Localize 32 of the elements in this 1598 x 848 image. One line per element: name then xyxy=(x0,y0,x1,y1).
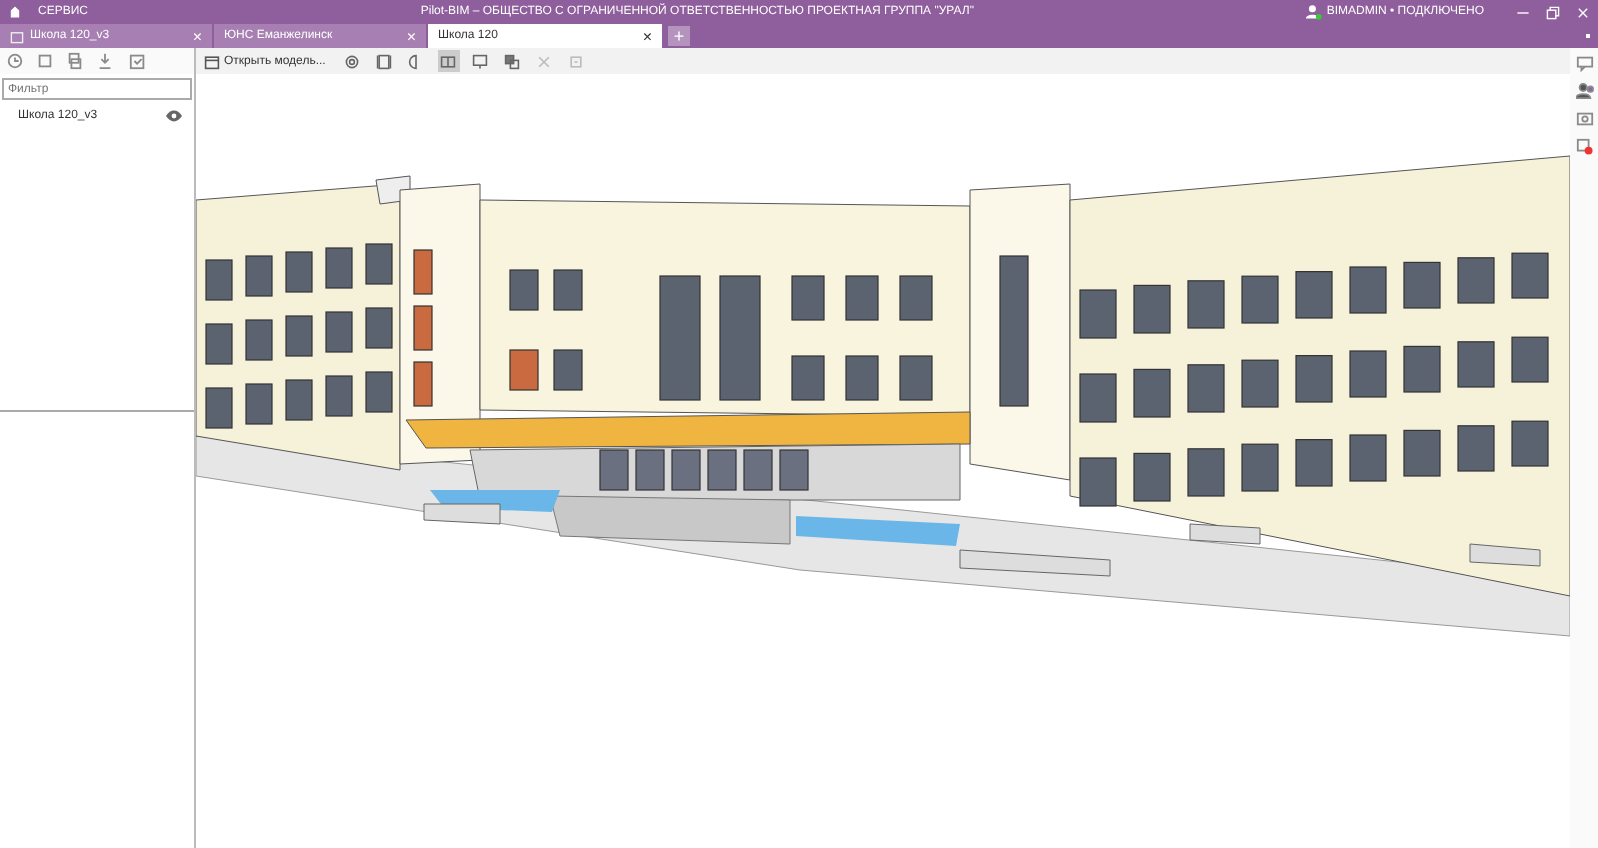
new-tab-button[interactable]: + xyxy=(668,26,690,46)
eye-icon[interactable] xyxy=(166,110,182,122)
fit-icon xyxy=(376,53,393,69)
split-view-icon xyxy=(440,53,457,69)
overlap-icon xyxy=(504,53,521,69)
model-icon xyxy=(10,29,24,43)
tool-button[interactable] xyxy=(437,50,460,72)
tool-button[interactable] xyxy=(501,50,524,72)
target-icon xyxy=(344,53,361,69)
screen-icon xyxy=(472,53,489,69)
checklist-icon[interactable] xyxy=(126,52,150,70)
record-icon[interactable] xyxy=(1575,138,1593,156)
download-icon[interactable] xyxy=(96,52,114,70)
comment-icon[interactable] xyxy=(1575,54,1593,72)
folder-icon xyxy=(204,53,220,69)
users-icon[interactable] xyxy=(1575,82,1593,100)
frame-icon[interactable] xyxy=(36,52,54,70)
section-icon xyxy=(568,53,585,69)
close-icon[interactable] xyxy=(1576,5,1590,19)
tab-close-button[interactable]: × xyxy=(406,27,416,45)
tool-button[interactable] xyxy=(469,50,492,72)
user-icon xyxy=(1306,4,1323,20)
image-icon[interactable] xyxy=(1575,110,1593,128)
tab-close-button[interactable]: × xyxy=(642,27,652,45)
cross-icon xyxy=(536,53,553,69)
tool-button[interactable] xyxy=(341,50,364,72)
tool-button[interactable] xyxy=(373,50,396,72)
layers-icon[interactable] xyxy=(66,52,84,70)
restore-icon[interactable] xyxy=(1546,5,1560,19)
history-icon[interactable] xyxy=(6,52,24,70)
app-logo-icon xyxy=(8,4,22,20)
tab-close-button[interactable]: × xyxy=(192,27,202,45)
